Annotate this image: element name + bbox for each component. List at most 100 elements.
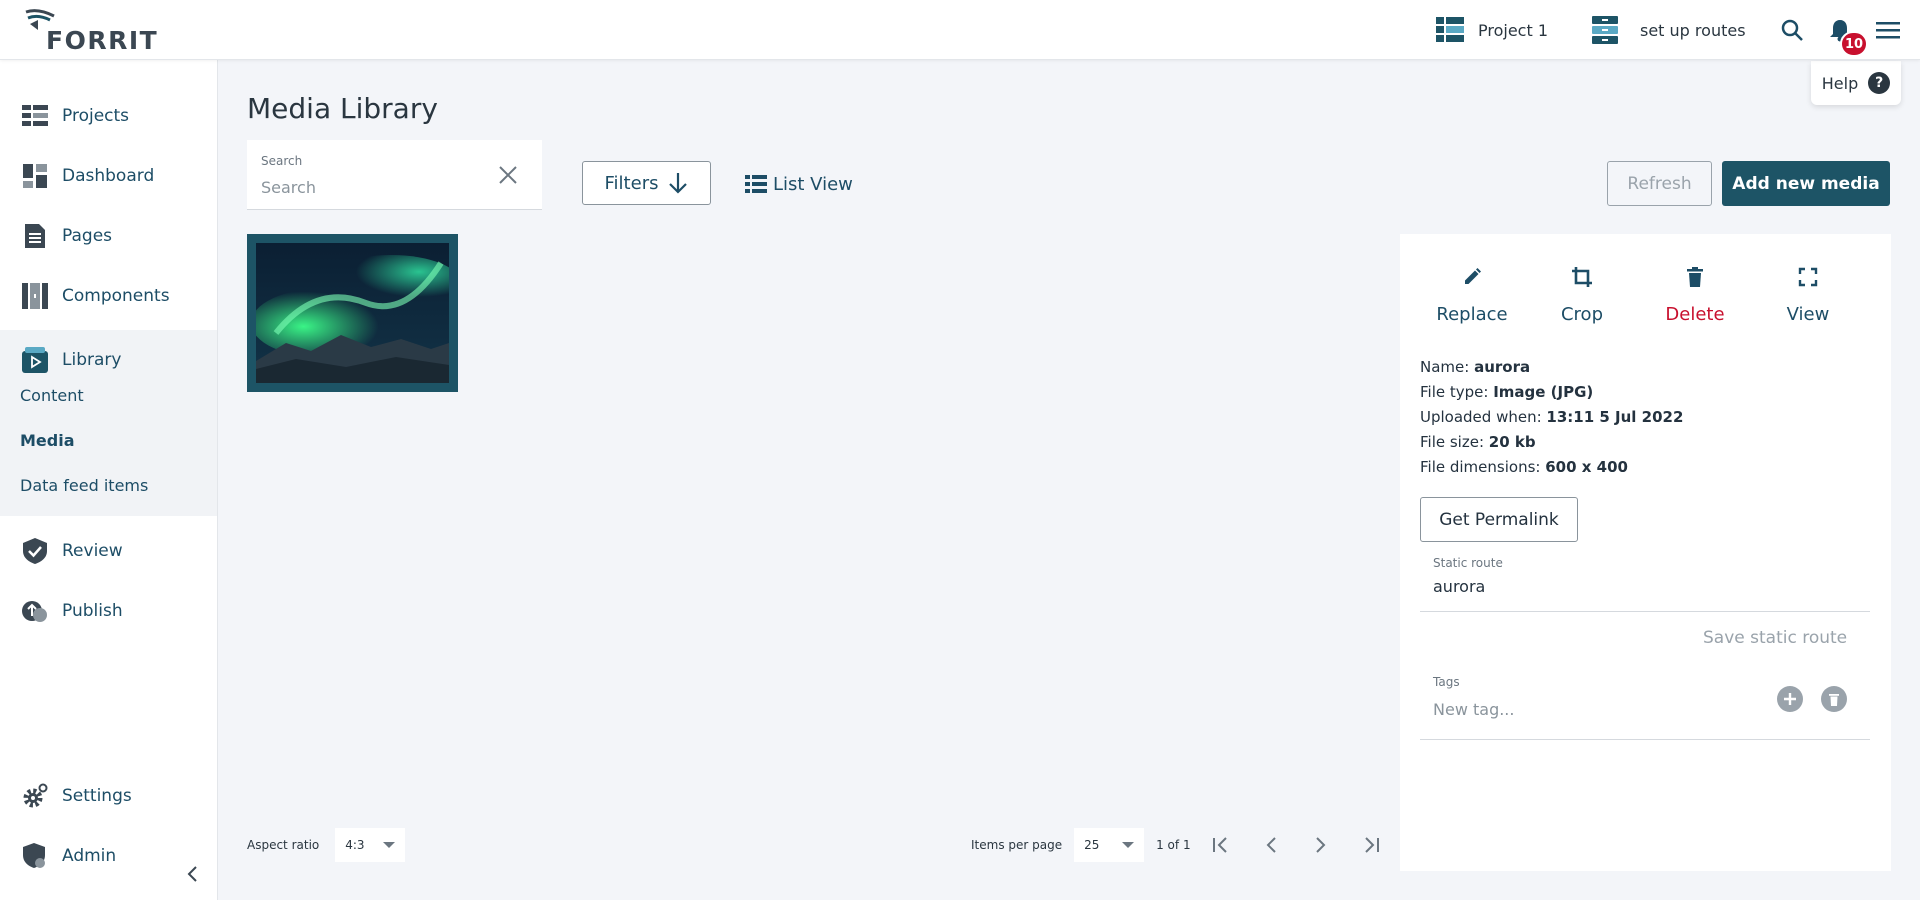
add-tag-button[interactable]	[1777, 686, 1803, 712]
static-route-divider	[1420, 611, 1870, 612]
help-button[interactable]: Help ?	[1811, 61, 1901, 105]
sidebar-item-dashboard[interactable]: Dashboard	[0, 146, 217, 206]
new-tag-input[interactable]	[1433, 700, 1733, 719]
sidebar-item-components[interactable]: Components	[0, 266, 217, 326]
sidebar-subitem-media[interactable]: Media	[20, 431, 75, 450]
crop-icon	[1572, 267, 1592, 287]
meta-name-label: Name:	[1420, 358, 1470, 376]
settings-gear-icon	[23, 783, 48, 808]
meta-dimensions-value: 600 x 400	[1545, 458, 1628, 476]
task-label: set up routes	[1640, 20, 1746, 40]
page-info: 1 of 1	[1156, 838, 1191, 852]
last-page-icon	[1364, 837, 1379, 853]
meta-uploaded-row: Uploaded when: 13:11 5 Jul 2022	[1420, 405, 1683, 430]
main-menu-button[interactable]	[1872, 14, 1904, 46]
sidebar-item-pages[interactable]: Pages	[0, 206, 217, 266]
meta-uploaded-label: Uploaded when:	[1420, 408, 1542, 426]
task-drawer-icon	[1592, 16, 1618, 44]
media-thumbnail-aurora[interactable]	[247, 234, 458, 392]
close-icon	[499, 166, 517, 184]
trash-icon	[1829, 693, 1839, 706]
library-section: Library Content Media Data feed items	[0, 330, 217, 516]
library-icon	[22, 347, 48, 373]
aspect-ratio-label: Aspect ratio	[247, 838, 320, 852]
sidebar-item-label: Components	[62, 286, 170, 306]
page-title: Media Library	[247, 92, 438, 125]
chevron-left-icon	[1266, 837, 1276, 853]
view-label: View	[1786, 304, 1830, 325]
dashboard-icon	[23, 164, 47, 188]
search-input[interactable]	[261, 174, 481, 200]
search-label: Search	[261, 154, 303, 168]
sidebar: Projects Dashboard Pages Components Libr…	[0, 60, 218, 900]
forrit-logo[interactable]: FORRIT	[24, 8, 157, 55]
meta-name-value: aurora	[1474, 358, 1531, 376]
items-per-page-select[interactable]: 25	[1074, 828, 1145, 862]
static-route-input[interactable]: aurora	[1433, 577, 1485, 596]
project-label: Project 1	[1478, 20, 1549, 40]
sidebar-item-label: Library	[62, 350, 122, 370]
search-button[interactable]	[1776, 14, 1808, 46]
first-page-icon	[1212, 837, 1227, 853]
aurora-image	[256, 243, 449, 383]
search-field[interactable]: Search	[247, 140, 542, 210]
caret-down-icon	[383, 842, 396, 848]
items-per-page-value: 25	[1084, 838, 1100, 852]
sidebar-item-label: Admin	[62, 846, 117, 866]
meta-type-label: File type:	[1420, 383, 1489, 401]
meta-uploaded-value: 13:11 5 Jul 2022	[1546, 408, 1684, 426]
list-view-icon	[745, 175, 767, 193]
meta-name-row: Name: aurora	[1420, 355, 1683, 380]
search-icon	[1781, 19, 1803, 41]
save-static-route-button[interactable]: Save static route	[1703, 628, 1847, 648]
get-permalink-button[interactable]: Get Permalink	[1420, 497, 1578, 542]
view-button[interactable]: View	[1758, 262, 1858, 325]
sidebar-subitem-data-feed-items[interactable]: Data feed items	[20, 476, 148, 495]
crop-button[interactable]: Crop	[1532, 262, 1632, 325]
task-selector[interactable]: set up routes	[1592, 0, 1746, 60]
tags-label: Tags	[1433, 675, 1460, 689]
arrow-down-icon	[669, 173, 688, 194]
list-view-label: List View	[773, 173, 853, 195]
file-metadata: Name: aurora File type: Image (JPG) Uplo…	[1420, 355, 1683, 480]
static-route-label: Static route	[1433, 556, 1503, 570]
sidebar-item-settings[interactable]: Settings	[0, 766, 217, 826]
meta-dimensions-row: File dimensions: 600 x 400	[1420, 455, 1683, 480]
filters-label: Filters	[604, 172, 659, 194]
projects-icon	[22, 105, 48, 126]
previous-page-button[interactable]	[1255, 829, 1287, 861]
aspect-ratio-select[interactable]: 4:3	[335, 828, 406, 862]
pages-icon	[25, 224, 45, 248]
last-page-button[interactable]	[1355, 829, 1387, 861]
publish-icon	[22, 601, 47, 622]
sidebar-item-library[interactable]: Library	[0, 330, 217, 390]
pagination: Items per page 25 1 of 1	[971, 828, 1387, 862]
admin-shield-icon	[23, 843, 45, 868]
meta-type-value: Image (JPG)	[1493, 383, 1594, 401]
sidebar-item-review[interactable]: Review	[0, 521, 217, 581]
sidebar-item-label: Projects	[62, 106, 130, 126]
filters-button[interactable]: Filters	[582, 161, 711, 205]
add-new-media-button[interactable]: Add new media	[1722, 161, 1890, 206]
trash-icon	[1687, 267, 1703, 287]
meta-dimensions-label: File dimensions:	[1420, 458, 1541, 476]
refresh-button[interactable]: Refresh	[1607, 161, 1712, 206]
delete-button[interactable]: Delete	[1645, 262, 1745, 325]
next-page-button[interactable]	[1305, 829, 1337, 861]
clear-search-button[interactable]	[495, 162, 521, 188]
list-view-toggle[interactable]: List View	[745, 172, 853, 196]
notification-badge: 10	[1840, 31, 1868, 57]
meta-size-label: File size:	[1420, 433, 1485, 451]
first-page-button[interactable]	[1205, 829, 1237, 861]
project-selector[interactable]: Project 1	[1436, 0, 1548, 60]
replace-button[interactable]: Replace	[1422, 262, 1522, 325]
sidebar-subitem-content[interactable]: Content	[20, 386, 84, 405]
sidebar-item-label: Pages	[62, 226, 113, 246]
help-label: Help	[1821, 73, 1859, 93]
sidebar-item-label: Review	[62, 541, 123, 561]
delete-tag-button[interactable]	[1821, 686, 1847, 712]
sidebar-item-projects[interactable]: Projects	[0, 86, 217, 146]
collapse-sidebar-button[interactable]	[180, 862, 204, 886]
sidebar-item-publish[interactable]: Publish	[0, 581, 217, 641]
project-icon	[1436, 17, 1464, 42]
